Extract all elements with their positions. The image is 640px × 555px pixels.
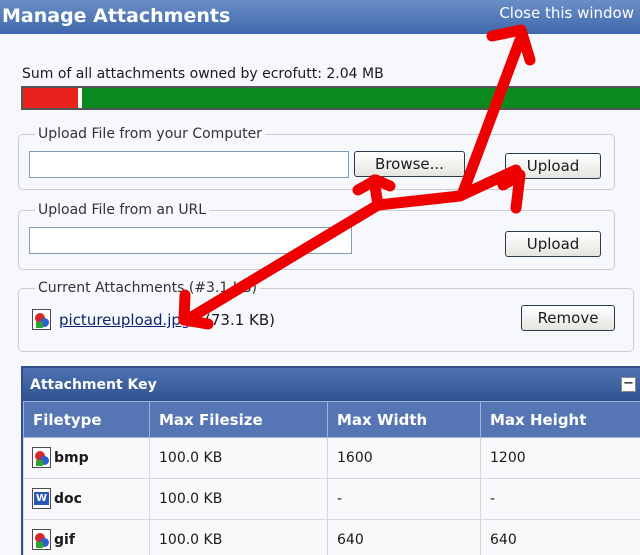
browse-button[interactable]: Browse... <box>354 151 465 177</box>
upload-computer-button[interactable]: Upload <box>505 153 601 179</box>
image-file-icon <box>32 529 51 550</box>
attachment-link[interactable]: pictureupload.jpg <box>59 311 190 329</box>
max-width-cell: 1600 <box>327 437 481 479</box>
file-path-input[interactable] <box>29 151 349 178</box>
remove-button[interactable]: Remove <box>521 305 615 331</box>
word-document-icon: W <box>32 488 51 509</box>
window-header: Manage Attachments Close this window <box>0 0 640 34</box>
attachment-key-panel: Attachment Key − Filetype Max Filesize M… <box>21 366 640 555</box>
upload-url-button[interactable]: Upload <box>505 231 601 257</box>
max-height-cell: 640 <box>480 519 640 555</box>
attachment-key-title: Attachment Key <box>23 368 640 401</box>
table-row: W doc 100.0 KB - - <box>23 478 640 520</box>
attachment-size: (73.1 KB) <box>205 311 275 329</box>
current-attachments-legend: Current Attachments (#3.1 KB) <box>35 280 261 296</box>
image-file-icon <box>32 309 51 330</box>
upload-url-legend: Upload File from an URL <box>35 202 210 218</box>
max-filesize-cell: 100.0 KB <box>149 437 328 479</box>
filetype-cell: W doc <box>23 478 150 520</box>
max-filesize-cell: 100.0 KB <box>149 519 328 555</box>
max-filesize-cell: 100.0 KB <box>149 478 328 520</box>
max-height-cell: 1200 <box>480 437 640 479</box>
filetype-label: gif <box>54 532 75 548</box>
table-row: bmp 100.0 KB 1600 1200 <box>23 437 640 479</box>
column-header-max-width: Max Width <box>327 401 481 438</box>
filetype-cell: gif <box>23 519 150 555</box>
column-header-max-height: Max Height <box>480 401 640 438</box>
image-file-icon <box>32 447 51 468</box>
quota-used-fill <box>23 88 82 108</box>
max-height-cell: - <box>480 478 640 520</box>
filetype-label: doc <box>54 491 82 507</box>
table-row: gif 100.0 KB 640 640 <box>23 519 640 555</box>
url-input[interactable] <box>29 227 352 254</box>
close-window-link[interactable]: Close this window <box>499 4 634 22</box>
max-width-cell: - <box>327 478 481 520</box>
quota-bar <box>21 86 640 110</box>
window-title: Manage Attachments <box>2 5 231 27</box>
column-header-max-filesize: Max Filesize <box>149 401 328 438</box>
filetype-cell: bmp <box>23 437 150 479</box>
quota-text: Sum of all attachments owned by ecrofutt… <box>22 66 384 82</box>
filetype-label: bmp <box>54 450 89 466</box>
attachment-key-title-text: Attachment Key <box>30 377 157 393</box>
column-header-filetype: Filetype <box>23 401 150 438</box>
collapse-icon[interactable]: − <box>621 377 636 392</box>
max-width-cell: 640 <box>327 519 481 555</box>
upload-computer-legend: Upload File from your Computer <box>35 126 265 142</box>
table-header-row: Filetype Max Filesize Max Width Max Heig… <box>23 401 640 438</box>
attachment-key-table: Filetype Max Filesize Max Width Max Heig… <box>23 401 640 555</box>
